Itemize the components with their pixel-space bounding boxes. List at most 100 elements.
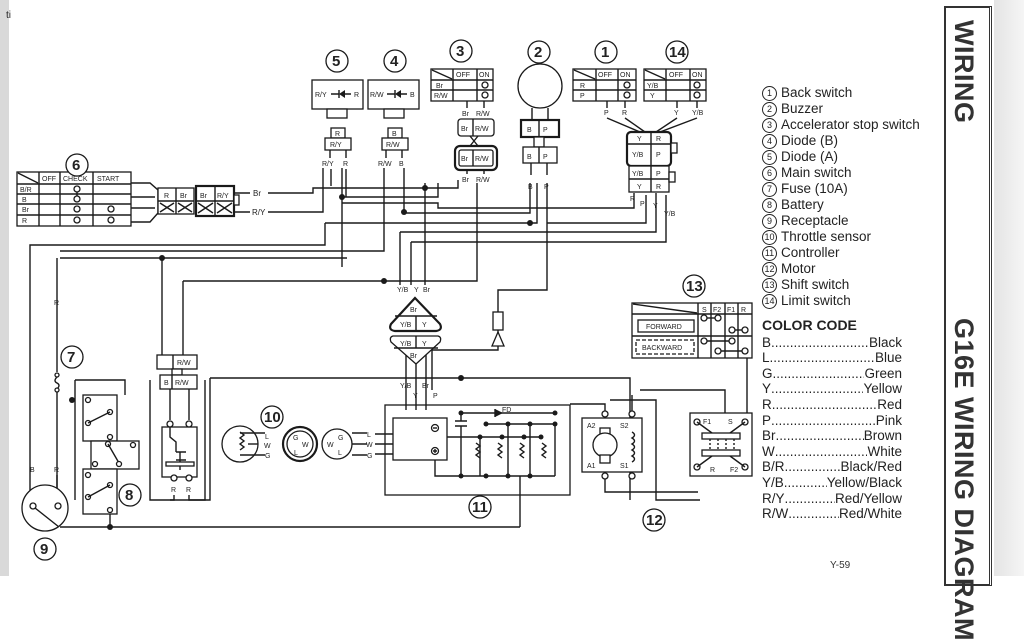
main-switch-row-b: B: [22, 197, 27, 204]
color-code-row: BrBrown: [762, 428, 902, 444]
svg-text:Br: Br: [410, 307, 418, 314]
svg-text:R: R: [354, 92, 359, 99]
legend-item: 3 Accelerator stop switch: [762, 117, 920, 133]
svg-text:Br: Br: [461, 156, 469, 163]
color-code-row: R/YRed/Yellow: [762, 491, 902, 507]
callout-6: 6: [72, 157, 80, 174]
svg-text:F1: F1: [727, 307, 735, 314]
svg-text:R: R: [54, 467, 59, 474]
section-title: WIRING: [949, 20, 979, 124]
legend-item: 8 Battery: [762, 197, 920, 213]
svg-text:OFF: OFF: [598, 72, 612, 79]
legend-item: 7 Fuse (10A): [762, 181, 920, 197]
svg-text:B: B: [392, 131, 397, 138]
color-code-row: RRed: [762, 397, 902, 413]
svg-text:F2: F2: [713, 307, 721, 314]
callout-5: 5: [332, 53, 340, 70]
svg-text:R/W: R/W: [378, 161, 392, 168]
svg-text:G: G: [338, 435, 343, 442]
svg-text:OFF: OFF: [669, 72, 683, 79]
svg-text:R/W: R/W: [476, 177, 490, 184]
svg-text:ON: ON: [479, 72, 490, 79]
svg-text:R: R: [171, 487, 176, 494]
color-code-row: GGreen: [762, 366, 902, 382]
svg-text:Y: Y: [413, 393, 418, 400]
svg-text:A2: A2: [587, 423, 596, 430]
svg-text:W: W: [302, 442, 309, 449]
color-code-row: YYellow: [762, 381, 902, 397]
svg-text:Y: Y: [650, 93, 655, 100]
battery: 8: [82, 394, 142, 527]
legend-item: 5 Diode (A): [762, 149, 920, 165]
main-switch-header-start: START: [97, 176, 120, 183]
svg-text:Br: Br: [436, 83, 444, 90]
svg-text:B: B: [410, 92, 415, 99]
svg-text:Br: Br: [461, 126, 469, 133]
svg-text:Y/B: Y/B: [400, 322, 412, 329]
legend-item: 9 Receptacle: [762, 213, 920, 229]
svg-text:L: L: [338, 450, 342, 457]
svg-text:P: P: [543, 154, 548, 161]
receptacle: B R 9: [21, 467, 69, 561]
svg-text:B: B: [527, 127, 532, 134]
svg-text:Br: Br: [180, 193, 188, 200]
svg-text:R: R: [580, 83, 585, 90]
svg-text:Y/B: Y/B: [632, 171, 644, 178]
wire-label-br: Br: [253, 189, 261, 198]
svg-text:R/W: R/W: [175, 380, 189, 387]
svg-text:Br: Br: [200, 193, 208, 200]
svg-text:W: W: [327, 442, 334, 449]
controller: FD 11: [384, 404, 571, 527]
throttle-sensor: 10 L W G GWL GWL LWG: [221, 405, 393, 463]
svg-text:B: B: [399, 161, 404, 168]
svg-text:R/W: R/W: [475, 126, 489, 133]
main-switch: OFF CHECK START B/R B Br R R Br Br R/Y Br …: [16, 153, 266, 227]
svg-text:L: L: [265, 434, 269, 441]
svg-text:R/W: R/W: [370, 92, 384, 99]
color-code-row: Y/BYellow/Black: [762, 475, 902, 491]
main-switch-header-off: OFF: [42, 176, 56, 183]
diagram-title: G16E WIRING DIAGRAM: [949, 318, 979, 641]
svg-text:R/W: R/W: [386, 142, 400, 149]
svg-text:Y/B: Y/B: [647, 83, 659, 90]
callout-3: 3: [456, 43, 464, 60]
svg-text:ON: ON: [620, 72, 631, 79]
svg-text:Y: Y: [422, 322, 427, 329]
svg-text:S: S: [702, 307, 707, 314]
page-number: Y-59: [830, 560, 851, 571]
diode-a: 5 R/Y R R R/Y R/Y R: [311, 49, 364, 197]
legend-item: 11 Controller: [762, 245, 920, 261]
svg-text:P: P: [604, 110, 609, 117]
svg-text:FORWARD: FORWARD: [646, 324, 682, 331]
callout-9: 9: [40, 541, 48, 558]
svg-text:R: R: [54, 300, 59, 307]
svg-text:R: R: [622, 110, 627, 117]
svg-text:W: W: [264, 443, 271, 450]
svg-text:R: R: [343, 161, 348, 168]
svg-text:Y: Y: [653, 203, 658, 210]
svg-text:R: R: [164, 193, 169, 200]
svg-text:R/W: R/W: [475, 156, 489, 163]
svg-text:P: P: [433, 393, 438, 400]
svg-text:B: B: [30, 467, 35, 474]
color-code-row: B/RBlack/Red: [762, 459, 902, 475]
main-relay: R/W B R/W R R: [149, 354, 206, 501]
callout-12: 12: [646, 512, 663, 529]
svg-text:R/W: R/W: [476, 111, 490, 118]
svg-text:Y: Y: [637, 184, 642, 191]
callout-10: 10: [264, 409, 281, 426]
svg-text:P: P: [656, 152, 661, 159]
svg-text:Y/B: Y/B: [692, 110, 704, 117]
legend-item: 6 Main switch: [762, 165, 920, 181]
svg-text:P: P: [640, 201, 645, 208]
svg-text:S2: S2: [620, 423, 629, 430]
callout-13: 13: [686, 278, 703, 295]
svg-text:R: R: [186, 487, 191, 494]
legend-item: 1 Back switch: [762, 85, 920, 101]
svg-text:P: P: [580, 93, 585, 100]
svg-text:B: B: [527, 154, 532, 161]
callout-1: 1: [601, 44, 609, 61]
svg-text:Y: Y: [422, 341, 427, 348]
legend-item: 12 Motor: [762, 261, 920, 277]
svg-text:B: B: [528, 184, 533, 191]
